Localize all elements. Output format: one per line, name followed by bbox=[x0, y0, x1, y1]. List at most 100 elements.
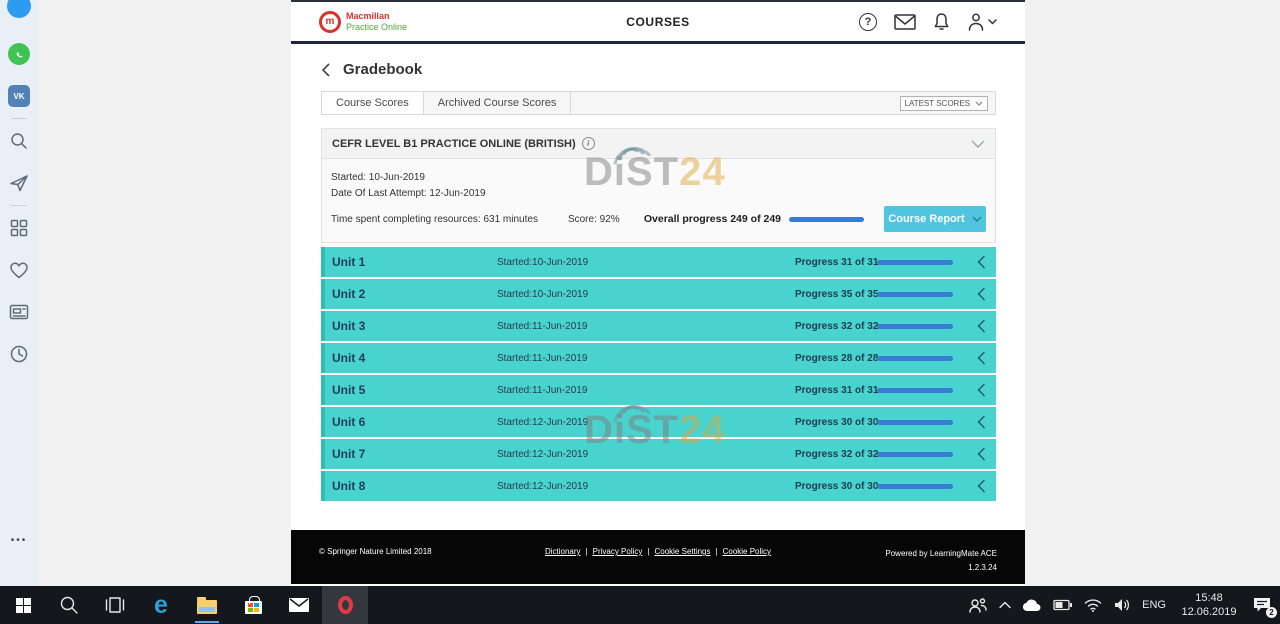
unit-progress-label: Progress 31 of 31 bbox=[795, 257, 878, 268]
clock-time: 15:48 bbox=[1177, 591, 1241, 605]
collapse-chevron-icon[interactable] bbox=[971, 140, 985, 148]
expand-chevron-icon[interactable] bbox=[977, 319, 986, 333]
language-indicator[interactable]: ENG bbox=[1142, 599, 1166, 611]
footer-copyright: © Springer Nature Limited 2018 bbox=[319, 547, 432, 556]
store-icon bbox=[245, 601, 262, 614]
microsoft-store-button[interactable] bbox=[230, 586, 276, 624]
unit-row[interactable]: Unit 3 Started:11-Jun-2019 Progress 32 o… bbox=[321, 311, 996, 341]
edge-browser-button[interactable]: e bbox=[138, 586, 184, 624]
unit-progress-label: Progress 35 of 35 bbox=[795, 289, 878, 300]
opera-icon bbox=[338, 596, 353, 614]
expand-chevron-icon[interactable] bbox=[977, 447, 986, 461]
unit-started: Started:12-Jun-2019 bbox=[497, 417, 588, 428]
footer-link-cookie-policy[interactable]: Cookie Policy bbox=[723, 547, 771, 556]
favorites-heart-icon[interactable] bbox=[7, 258, 31, 282]
dashboard-grid-icon[interactable] bbox=[7, 216, 31, 240]
unit-progress-label: Progress 28 of 28 bbox=[795, 353, 878, 364]
chevron-down-icon bbox=[972, 216, 982, 222]
action-center-icon[interactable]: 2 bbox=[1252, 596, 1272, 614]
unit-progress-bar bbox=[877, 452, 953, 457]
course-report-button[interactable]: Course Report bbox=[884, 206, 986, 232]
tab-course-scores[interactable]: Course Scores bbox=[321, 91, 424, 114]
unit-row[interactable]: Unit 5 Started:11-Jun-2019 Progress 31 o… bbox=[321, 375, 996, 405]
sidebar-divider bbox=[11, 205, 27, 206]
help-icon[interactable]: ? bbox=[859, 13, 877, 31]
macmillan-logo[interactable]: m Macmillan Practice Online bbox=[319, 11, 407, 33]
volume-icon[interactable] bbox=[1113, 597, 1131, 613]
unit-progress-label: Progress 30 of 30 bbox=[795, 417, 878, 428]
unit-row[interactable]: Unit 1 Started:10-Jun-2019 Progress 31 o… bbox=[321, 247, 996, 277]
expand-chevron-icon[interactable] bbox=[977, 415, 986, 429]
macmillan-logo-icon: m bbox=[319, 11, 341, 33]
mail-app-button[interactable] bbox=[276, 586, 322, 624]
expand-chevron-icon[interactable] bbox=[977, 287, 986, 301]
bell-icon[interactable] bbox=[933, 12, 950, 32]
course-panel-header[interactable]: CEFR LEVEL B1 PRACTICE ONLINE (BRITISH) … bbox=[322, 129, 995, 159]
overall-progress-label: Overall progress 249 of 249 bbox=[644, 213, 781, 225]
mail-icon bbox=[288, 597, 310, 613]
expand-chevron-icon[interactable] bbox=[977, 479, 986, 493]
history-clock-icon[interactable] bbox=[7, 342, 31, 366]
windows-logo-icon bbox=[16, 598, 31, 613]
info-icon[interactable]: i bbox=[582, 137, 595, 150]
unit-progress-label: Progress 32 of 32 bbox=[795, 321, 878, 332]
tray-expand-chevron-icon[interactable] bbox=[999, 601, 1011, 609]
expand-chevron-icon[interactable] bbox=[977, 351, 986, 365]
whatsapp-icon[interactable] bbox=[7, 42, 31, 66]
unit-progress-bar bbox=[877, 292, 953, 297]
tab-strip: Course Scores Archived Course Scores LAT… bbox=[321, 91, 996, 115]
back-icon[interactable] bbox=[321, 62, 331, 78]
expand-chevron-icon[interactable] bbox=[977, 383, 986, 397]
unit-progress-bar bbox=[877, 420, 953, 425]
folder-icon bbox=[197, 600, 217, 614]
latest-scores-dropdown[interactable]: LATEST SCORES bbox=[900, 96, 989, 111]
onedrive-cloud-icon[interactable] bbox=[1022, 598, 1042, 612]
messenger-sidebar: VK ••• bbox=[0, 0, 38, 586]
unit-row[interactable]: Unit 2 Started:10-Jun-2019 Progress 35 o… bbox=[321, 279, 996, 309]
unit-name: Unit 3 bbox=[332, 319, 365, 333]
sidebar-divider bbox=[11, 118, 27, 119]
unit-row[interactable]: Unit 8 Started:12-Jun-2019 Progress 30 o… bbox=[321, 471, 996, 501]
more-options-icon[interactable]: ••• bbox=[11, 535, 28, 546]
file-explorer-button[interactable] bbox=[184, 586, 230, 624]
unit-progress-bar bbox=[877, 388, 953, 393]
unit-started: Started:10-Jun-2019 bbox=[497, 289, 588, 300]
people-icon[interactable] bbox=[968, 596, 988, 614]
nav-courses[interactable]: COURSES bbox=[626, 15, 690, 29]
course-panel: CEFR LEVEL B1 PRACTICE ONLINE (BRITISH) … bbox=[321, 128, 996, 243]
search-icon[interactable] bbox=[7, 129, 31, 153]
search-icon bbox=[59, 595, 79, 615]
chat-bubble-icon[interactable] bbox=[7, 0, 31, 24]
unit-name: Unit 6 bbox=[332, 415, 365, 429]
unit-row[interactable]: Unit 4 Started:11-Jun-2019 Progress 28 o… bbox=[321, 343, 996, 373]
unit-row[interactable]: Unit 7 Started:12-Jun-2019 Progress 32 o… bbox=[321, 439, 996, 469]
edge-icon: e bbox=[154, 593, 168, 618]
unit-row[interactable]: Unit 6 Started:12-Jun-2019 Progress 30 o… bbox=[321, 407, 996, 437]
unit-started: Started:11-Jun-2019 bbox=[497, 321, 587, 332]
tab-archived-course-scores[interactable]: Archived Course Scores bbox=[424, 92, 572, 114]
send-plane-icon[interactable] bbox=[7, 171, 31, 195]
start-button[interactable] bbox=[0, 586, 46, 624]
course-panel-body: Started: 10-Jun-2019 Date Of Last Attemp… bbox=[322, 159, 995, 242]
news-feed-icon[interactable] bbox=[7, 300, 31, 324]
mail-icon[interactable] bbox=[894, 14, 916, 30]
course-time-spent: Time spent completing resources: 631 min… bbox=[331, 214, 538, 225]
unit-name: Unit 1 bbox=[332, 255, 365, 269]
vk-icon[interactable]: VK bbox=[7, 84, 31, 108]
unit-started: Started:12-Jun-2019 bbox=[497, 449, 588, 460]
footer-link-cookie-settings[interactable]: Cookie Settings bbox=[654, 547, 710, 556]
taskbar-clock[interactable]: 15:48 12.06.2019 bbox=[1177, 591, 1241, 620]
taskbar-search-button[interactable] bbox=[46, 586, 92, 624]
wifi-icon[interactable] bbox=[1084, 598, 1102, 612]
footer-powered-by: Powered by LearningMate ACE bbox=[885, 549, 997, 558]
footer-link-dictionary[interactable]: Dictionary bbox=[545, 547, 581, 556]
browser-page: m Macmillan Practice Online COURSES ? Gr… bbox=[291, 0, 1025, 586]
task-view-button[interactable] bbox=[92, 586, 138, 624]
opera-browser-button[interactable] bbox=[322, 586, 368, 624]
task-view-icon bbox=[104, 596, 126, 614]
profile-menu[interactable] bbox=[967, 12, 997, 32]
expand-chevron-icon[interactable] bbox=[977, 255, 986, 269]
unit-name: Unit 5 bbox=[332, 383, 365, 397]
footer-link-privacy-policy[interactable]: Privacy Policy bbox=[593, 547, 643, 556]
battery-icon[interactable] bbox=[1053, 599, 1073, 611]
